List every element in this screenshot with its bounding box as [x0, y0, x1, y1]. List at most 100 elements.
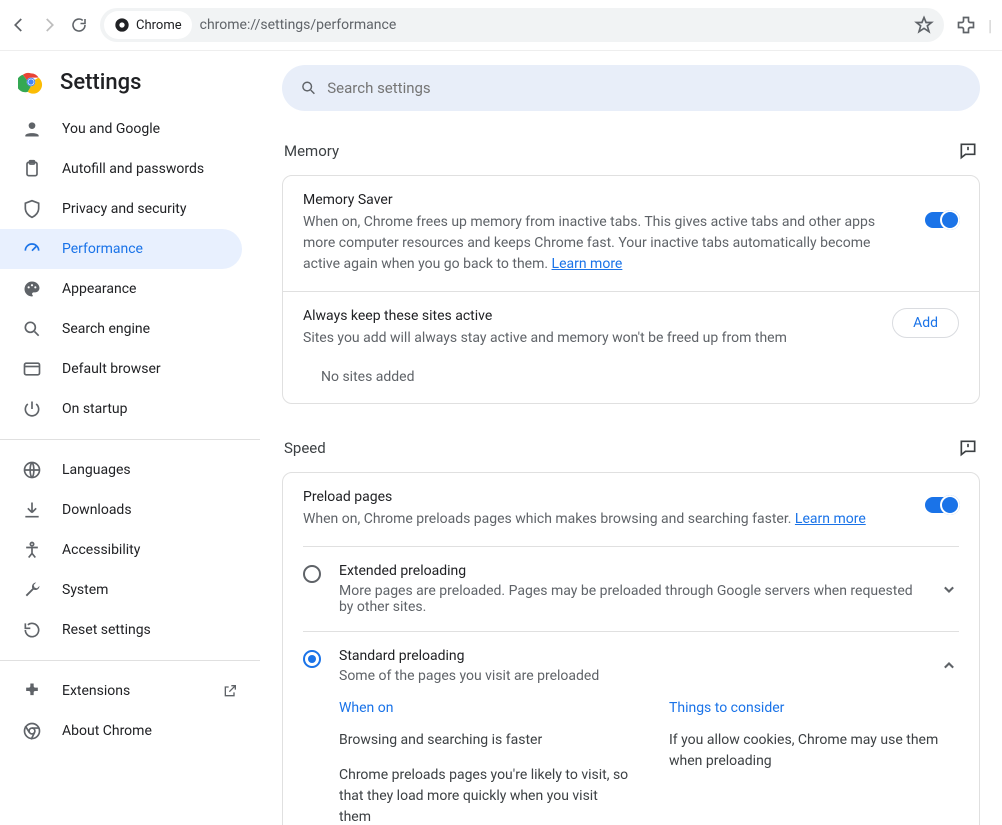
memory-saver-title: Memory Saver: [303, 192, 909, 208]
menu-divider: |: [988, 16, 992, 35]
standard-title: Standard preloading: [339, 648, 921, 664]
preload-toggle[interactable]: [925, 497, 959, 513]
extended-preloading-row[interactable]: Extended preloading More pages are prelo…: [303, 546, 959, 631]
when-on-heading: When on: [339, 700, 629, 716]
label: You and Google: [62, 121, 160, 137]
standard-desc: Some of the pages you visit are preloade…: [339, 668, 921, 684]
label: Reset settings: [62, 622, 151, 638]
sidebar-item-about[interactable]: About Chrome: [0, 711, 260, 751]
preload-desc: When on, Chrome preloads pages which mak…: [303, 509, 909, 530]
url-text: chrome://settings/performance: [200, 17, 397, 33]
learn-more-link[interactable]: Learn more: [552, 256, 623, 272]
extended-desc: More pages are preloaded. Pages may be p…: [339, 583, 921, 615]
search-input[interactable]: [327, 79, 962, 97]
sidebar-item-default-browser[interactable]: Default browser: [0, 349, 260, 389]
sidebar-item-downloads[interactable]: Downloads: [0, 490, 260, 530]
sidebar-item-performance[interactable]: Performance: [0, 229, 242, 269]
puzzle-icon: [22, 681, 42, 701]
memory-section-header: Memory: [282, 141, 980, 161]
window-icon: [22, 359, 42, 379]
settings-sidebar: Settings You and Google Autofill and pas…: [0, 51, 260, 825]
sidebar-item-you[interactable]: You and Google: [0, 109, 260, 149]
memory-card: Memory Saver When on, Chrome frees up me…: [282, 175, 980, 404]
sidebar-item-search[interactable]: Search engine: [0, 309, 260, 349]
feedback-icon[interactable]: [958, 141, 978, 161]
external-link-icon: [222, 683, 238, 699]
preload-title: Preload pages: [303, 489, 909, 505]
label: Default browser: [62, 361, 161, 377]
sidebar-item-system[interactable]: System: [0, 570, 260, 610]
speedometer-icon: [22, 239, 42, 259]
globe-icon: [22, 460, 42, 480]
address-bar[interactable]: Chrome chrome://settings/performance: [100, 8, 944, 42]
chrome-outline-icon: [22, 721, 42, 741]
memory-saver-toggle[interactable]: [925, 212, 959, 228]
reset-icon: [22, 620, 42, 640]
memory-saver-desc: When on, Chrome frees up memory from ina…: [303, 212, 909, 275]
search-settings[interactable]: [282, 65, 980, 111]
person-icon: [22, 119, 42, 139]
sidebar-item-autofill[interactable]: Autofill and passwords: [0, 149, 260, 189]
nav-secondary: Languages Downloads Accessibility System…: [0, 450, 260, 650]
extended-title: Extended preloading: [339, 563, 921, 579]
nav-separator: [0, 660, 260, 661]
things-text-1: If you allow cookies, Chrome may use the…: [669, 730, 959, 772]
things-heading: Things to consider: [669, 700, 959, 716]
download-icon: [22, 500, 42, 520]
label: Languages: [62, 462, 131, 478]
preload-row: Preload pages When on, Chrome preloads p…: [283, 473, 979, 546]
label: Performance: [62, 241, 143, 257]
extensions-puzzle-icon[interactable]: [956, 15, 976, 35]
radio-standard[interactable]: [303, 650, 321, 668]
back-button[interactable]: [10, 16, 28, 34]
label: Downloads: [62, 502, 132, 518]
always-active-desc: Sites you add will always stay active an…: [303, 328, 876, 349]
sidebar-item-appearance[interactable]: Appearance: [0, 269, 260, 309]
power-icon: [22, 399, 42, 419]
sidebar-item-languages[interactable]: Languages: [0, 450, 260, 490]
sidebar-item-privacy[interactable]: Privacy and security: [0, 189, 260, 229]
always-active-row: Always keep these sites active Sites you…: [283, 291, 979, 365]
label: On startup: [62, 401, 128, 417]
settings-content: Memory Memory Saver When on, Chrome free…: [260, 51, 1002, 825]
chrome-logo-icon: [18, 69, 44, 95]
bookmark-star-icon[interactable]: [914, 15, 934, 35]
sidebar-item-startup[interactable]: On startup: [0, 389, 260, 429]
feedback-icon[interactable]: [958, 438, 978, 458]
label: About Chrome: [62, 723, 152, 739]
sidebar-item-reset[interactable]: Reset settings: [0, 610, 260, 650]
when-on-text-1: Browsing and searching is faster: [339, 730, 629, 751]
speed-heading: Speed: [284, 439, 326, 457]
no-sites-added: No sites added: [283, 365, 979, 403]
sidebar-item-accessibility[interactable]: Accessibility: [0, 530, 260, 570]
forward-button[interactable]: [40, 16, 58, 34]
standard-preloading-row[interactable]: Standard preloading Some of the pages yo…: [303, 631, 959, 700]
browser-toolbar: Chrome chrome://settings/performance |: [0, 0, 1002, 51]
chevron-up-icon[interactable]: [939, 656, 959, 676]
label: Accessibility: [62, 542, 140, 558]
settings-title: Settings: [60, 70, 141, 95]
nav-tertiary: Extensions About Chrome: [0, 671, 260, 751]
label: System: [62, 582, 108, 598]
label: Extensions: [62, 683, 130, 699]
label: Appearance: [62, 281, 136, 297]
reload-button[interactable]: [70, 16, 88, 34]
radio-extended[interactable]: [303, 565, 321, 583]
chevron-down-icon[interactable]: [939, 579, 959, 599]
nav-separator: [0, 439, 260, 440]
learn-more-link[interactable]: Learn more: [795, 511, 866, 527]
sidebar-item-extensions[interactable]: Extensions: [0, 671, 260, 711]
label: Search engine: [62, 321, 150, 337]
speed-section-header: Speed: [282, 438, 980, 458]
label: Autofill and passwords: [62, 161, 204, 177]
chip-label: Chrome: [136, 18, 182, 33]
memory-saver-row: Memory Saver When on, Chrome frees up me…: [283, 176, 979, 291]
accessibility-icon: [22, 540, 42, 560]
clipboard-icon: [22, 159, 42, 179]
add-site-button[interactable]: Add: [892, 308, 959, 338]
standard-detail: When on Browsing and searching is faster…: [283, 700, 979, 825]
chrome-icon: [114, 17, 130, 33]
always-active-title: Always keep these sites active: [303, 308, 876, 324]
nav-primary: You and Google Autofill and passwords Pr…: [0, 109, 260, 429]
when-on-text-2: Chrome preloads pages you're likely to v…: [339, 765, 629, 825]
